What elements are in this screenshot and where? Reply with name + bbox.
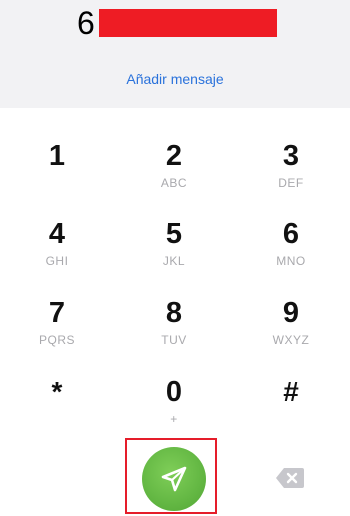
phone-number-text: 6 — [77, 5, 95, 41]
paper-plane-icon — [161, 466, 187, 492]
redacted-number — [99, 9, 277, 37]
key-digit: * — [51, 376, 63, 407]
key-digit: 9 — [282, 297, 300, 329]
key-digit: # — [283, 376, 299, 407]
key-3[interactable]: 3 DEF — [246, 140, 336, 212]
key-8[interactable]: 8 TUV — [129, 297, 219, 369]
key-1[interactable]: 1 — [12, 140, 102, 212]
key-7[interactable]: 7 PQRS — [12, 297, 102, 369]
phone-number-field[interactable]: 6 — [77, 6, 95, 40]
key-digit: 1 — [48, 140, 66, 172]
key-letters: JKL — [162, 254, 186, 268]
key-letters: WXYZ — [272, 333, 310, 347]
key-6[interactable]: 6 MNO — [246, 218, 336, 290]
key-digit: 7 — [48, 297, 66, 329]
key-5[interactable]: 5 JKL — [129, 218, 219, 290]
key-digit: 2 — [165, 140, 183, 172]
key-letters: DEF — [278, 176, 304, 190]
number-display-panel: 6 Añadir mensaje — [0, 0, 350, 108]
key-2[interactable]: 2 ABC — [129, 140, 219, 212]
key-digit: 6 — [282, 218, 300, 250]
add-message-link[interactable]: Añadir mensaje — [0, 71, 350, 87]
backspace-icon — [276, 468, 304, 488]
backspace-button[interactable] — [275, 466, 305, 490]
key-letters: GHI — [45, 254, 69, 268]
key-letters: ABC — [160, 176, 188, 190]
key-letters: TUV — [161, 333, 187, 347]
key-digit: 0 — [165, 376, 183, 408]
key-digit: 8 — [165, 297, 183, 329]
key-star[interactable]: * — [12, 376, 102, 448]
key-digit: 4 — [48, 218, 66, 250]
send-button[interactable] — [142, 447, 206, 511]
key-9[interactable]: 9 WXYZ — [246, 297, 336, 369]
key-letters: + — [170, 412, 178, 426]
key-hash[interactable]: # — [246, 376, 336, 448]
key-letters: PQRS — [38, 333, 75, 347]
key-digit: 3 — [282, 140, 300, 172]
key-4[interactable]: 4 GHI — [12, 218, 102, 290]
key-digit: 5 — [165, 218, 183, 250]
key-letters: MNO — [276, 254, 306, 268]
